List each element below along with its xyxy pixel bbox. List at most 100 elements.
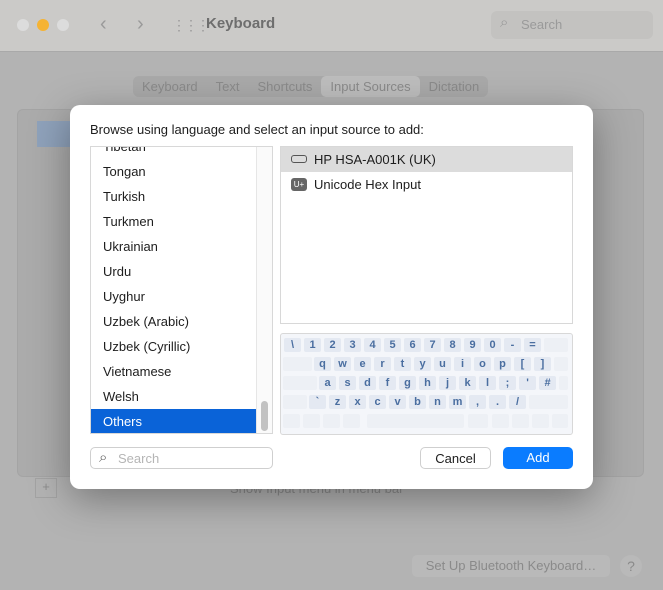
add-input-source-dialog: Browse using language and select an inpu… xyxy=(70,105,593,489)
key: f xyxy=(379,376,396,390)
key: b xyxy=(409,395,426,409)
key: # xyxy=(539,376,556,390)
key: . xyxy=(489,395,506,409)
key: r xyxy=(374,357,391,371)
zoom-button[interactable] xyxy=(57,19,69,31)
key: y xyxy=(414,357,431,371)
bluetooth-keyboard-button[interactable]: Set Up Bluetooth Keyboard… xyxy=(412,555,610,577)
source-hp-hsa-a001k-uk[interactable]: HP HSA-A001K (UK) xyxy=(281,147,572,172)
blank-key xyxy=(532,414,549,428)
key: 4 xyxy=(364,338,381,352)
dialog-prompt: Browse using language and select an inpu… xyxy=(90,122,424,137)
tab-text[interactable]: Text xyxy=(207,76,249,97)
key: 5 xyxy=(384,338,401,352)
key: 9 xyxy=(464,338,481,352)
key: w xyxy=(334,357,351,371)
language-item[interactable]: Tongan xyxy=(91,159,257,184)
key: p xyxy=(494,357,511,371)
key: / xyxy=(509,395,526,409)
language-item[interactable]: Others xyxy=(91,409,257,433)
key: o xyxy=(474,357,491,371)
key: x xyxy=(349,395,366,409)
blank-key xyxy=(283,414,300,428)
key: [ xyxy=(514,357,531,371)
scrollbar-thumb[interactable] xyxy=(261,401,268,431)
language-item[interactable]: Tibetan xyxy=(91,147,257,159)
key: ' xyxy=(519,376,536,390)
search-icon: ⌕ xyxy=(500,14,509,31)
key: 7 xyxy=(424,338,441,352)
window-search-input[interactable]: ⌕ Search xyxy=(491,11,653,39)
key: = xyxy=(524,338,541,352)
help-button[interactable]: ? xyxy=(620,555,642,577)
key: t xyxy=(394,357,411,371)
blank-key xyxy=(559,376,568,390)
key: 0 xyxy=(484,338,501,352)
key: v xyxy=(389,395,406,409)
key: g xyxy=(399,376,416,390)
key: j xyxy=(439,376,456,390)
key: i xyxy=(454,357,471,371)
blank-key xyxy=(283,357,312,371)
tab-dictation[interactable]: Dictation xyxy=(420,76,489,97)
keyboard-preview: \ 1 2 3 4 5 6 7 8 9 0- = q w e r t y u i o p[] a s d f g h j k l; ' # ` z x… xyxy=(280,333,573,435)
language-list[interactable]: Others Welsh Vietnamese Uzbek (Cyrillic) Uzb… xyxy=(90,146,273,434)
language-item[interactable]: Uzbek (Cyrillic) xyxy=(91,334,257,359)
blank-key xyxy=(303,414,320,428)
key: h xyxy=(419,376,436,390)
language-item[interactable]: Turkmen xyxy=(91,209,257,234)
tab-shortcuts[interactable]: Shortcuts xyxy=(249,76,322,97)
tab-input-sources[interactable]: Input Sources xyxy=(321,76,420,97)
key: a xyxy=(319,376,336,390)
scrollbar[interactable] xyxy=(256,147,272,433)
unicode-icon: U+ xyxy=(291,178,307,191)
key: ` xyxy=(309,395,326,409)
language-item[interactable]: Welsh xyxy=(91,384,257,409)
blank-key xyxy=(544,338,568,352)
key: \ xyxy=(284,338,301,352)
source-unicode-hex-input[interactable]: U+ Unicode Hex Input xyxy=(281,172,572,197)
key: 1 xyxy=(304,338,321,352)
key: - xyxy=(504,338,521,352)
language-item[interactable]: Turkish xyxy=(91,184,257,209)
language-item[interactable]: Uyghur xyxy=(91,284,257,309)
tab-keyboard[interactable]: Keyboard xyxy=(133,76,207,97)
blank-key xyxy=(492,414,509,428)
blank-key xyxy=(552,414,568,428)
key: ; xyxy=(499,376,516,390)
forward-icon[interactable]: › xyxy=(137,13,144,36)
title-bar: ‹ › ⋮⋮⋮ Keyboard ⌕ Search xyxy=(0,0,663,52)
key: l xyxy=(479,376,496,390)
key: z xyxy=(329,395,346,409)
minimize-button[interactable] xyxy=(37,19,49,31)
blank-key xyxy=(468,414,488,428)
close-button[interactable] xyxy=(17,19,29,31)
blank-key xyxy=(529,395,568,409)
blank-key xyxy=(343,414,360,428)
cancel-button[interactable]: Cancel xyxy=(420,447,491,469)
blank-key xyxy=(283,395,307,409)
search-icon: ⌕ xyxy=(99,449,108,466)
blank-key xyxy=(512,414,529,428)
input-source-list[interactable]: HP HSA-A001K (UK) U+ Unicode Hex Input xyxy=(280,146,573,324)
key: q xyxy=(314,357,331,371)
grid-icon[interactable]: ⋮⋮⋮ xyxy=(172,17,210,34)
key: s xyxy=(339,376,356,390)
key: d xyxy=(359,376,376,390)
language-item[interactable]: Uzbek (Arabic) xyxy=(91,309,257,334)
key: 6 xyxy=(404,338,421,352)
key: u xyxy=(434,357,451,371)
language-item[interactable]: Vietnamese xyxy=(91,359,257,384)
language-item[interactable]: Urdu xyxy=(91,259,257,284)
source-label: HP HSA-A001K (UK) xyxy=(314,152,436,167)
back-icon[interactable]: ‹ xyxy=(100,13,107,36)
blank-key xyxy=(323,414,340,428)
add-source-button[interactable]: + xyxy=(35,478,57,498)
blank-key xyxy=(554,357,568,371)
key: ] xyxy=(534,357,551,371)
add-button[interactable]: Add xyxy=(503,447,573,469)
language-item[interactable]: Ukrainian xyxy=(91,234,257,259)
key: m xyxy=(449,395,466,409)
blank-key xyxy=(283,376,317,390)
language-search-input[interactable]: ⌕ Search xyxy=(90,447,273,469)
